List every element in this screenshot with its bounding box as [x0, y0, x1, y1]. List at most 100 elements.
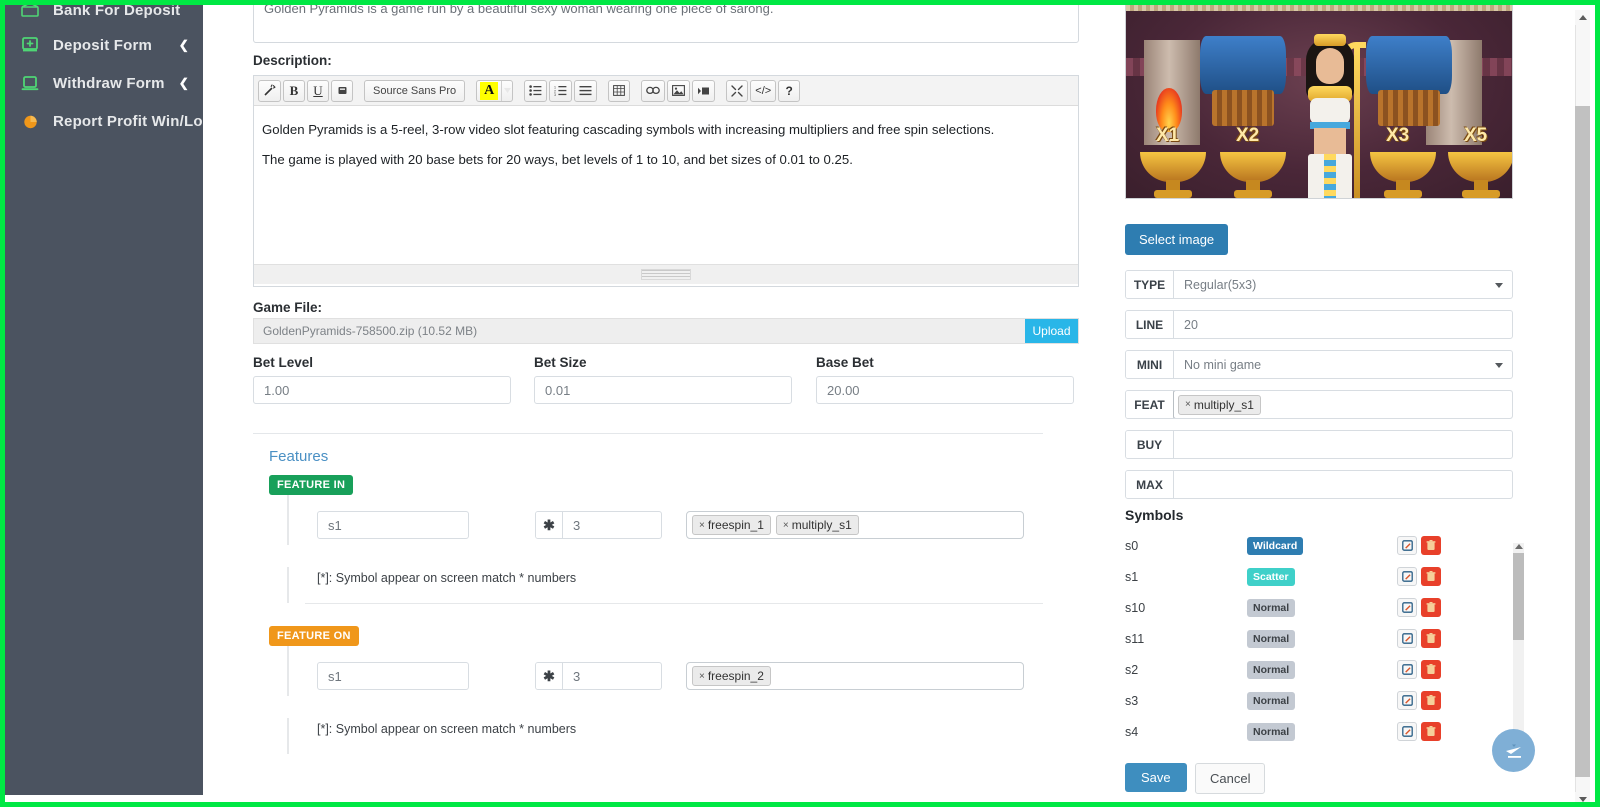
sidebar-item-withdraw-form[interactable]: Withdraw Form ❮ [5, 64, 203, 102]
type-select[interactable]: Regular(5x3) [1174, 271, 1512, 298]
property-key: MAX [1126, 471, 1174, 498]
tag-chip[interactable]: × freespin_1 [692, 515, 771, 535]
cleopatra-figure [1290, 28, 1368, 198]
tag-chip[interactable]: × multiply_s1 [775, 515, 859, 535]
help-icon[interactable]: ? [778, 79, 801, 102]
tag-remove-icon[interactable]: × [699, 520, 705, 531]
bulleted-list-icon[interactable] [524, 79, 548, 102]
table-row: s3 Normal [1125, 685, 1515, 716]
text-color-picker[interactable]: A [476, 79, 514, 102]
bold-icon[interactable]: B [283, 79, 305, 102]
line-input[interactable]: 20 [1174, 311, 1512, 338]
source-code-icon[interactable]: </> [750, 79, 777, 102]
delete-icon[interactable] [1421, 629, 1441, 648]
scroll-up-arrow-icon[interactable] [1575, 10, 1590, 25]
table-icon[interactable] [608, 79, 631, 102]
save-button[interactable]: Save [1125, 763, 1187, 792]
align-icon[interactable] [574, 79, 598, 102]
feature-in-badge[interactable]: FEATURE IN [269, 475, 354, 495]
feature-in-count-input[interactable]: 3 [563, 512, 661, 538]
short-description-textarea[interactable]: Golden Pyramids is a game run by a beaut… [253, 5, 1079, 43]
remove-format-icon[interactable] [331, 79, 353, 102]
delete-icon[interactable] [1421, 722, 1441, 741]
base-bet-field: Base Bet 20.00 [816, 355, 1074, 404]
delete-icon[interactable] [1421, 567, 1441, 586]
edit-icon[interactable] [1397, 629, 1417, 648]
feature-on-count-group: ✱ 3 [535, 662, 662, 690]
image-icon[interactable] [667, 79, 691, 102]
delete-icon[interactable] [1421, 660, 1441, 679]
feat-tags-input[interactable]: × multiply_s1 [1173, 391, 1512, 418]
symbols-scrollbar-thumb[interactable] [1513, 553, 1524, 640]
feature-on-body: s1 ✱ 3 × freespin_2 [287, 646, 1043, 696]
sidebar-item-label: Report Profit Win/Lose [53, 112, 220, 130]
edit-icon[interactable] [1397, 536, 1417, 555]
upload-button[interactable]: Upload [1025, 319, 1078, 343]
editor-content-area[interactable]: Golden Pyramids is a 5-reel, 3-row video… [254, 106, 1078, 264]
delete-icon[interactable] [1421, 598, 1441, 617]
tag-chip[interactable]: × multiply_s1 [1178, 394, 1261, 415]
edit-icon[interactable] [1397, 660, 1417, 679]
feature-in-count-group: ✱ 3 [535, 511, 662, 539]
features-panel: Features FEATURE IN s1 ✱ 3 × freespin_1 … [253, 433, 1043, 754]
rich-text-editor: B U Source Sans Pro A 1 2 3 </> ? Golden… [253, 75, 1079, 287]
maximize-icon[interactable] [726, 79, 749, 102]
asterisk-icon: ✱ [536, 663, 563, 689]
bet-level-input[interactable]: 1.00 [253, 376, 511, 404]
scroll-down-arrow-icon[interactable] [1575, 792, 1590, 802]
tag-remove-icon[interactable]: × [699, 671, 705, 682]
feature-block-on: FEATURE ON s1 ✱ 3 × freespin_2 [*]: Symb… [253, 626, 1043, 754]
right-panel: X1 X2 X3 X5 Select image TYPE Regular(5x… [1117, 5, 1517, 802]
chevron-left-icon: ❮ [178, 38, 189, 52]
scroll-up-arrow-icon[interactable] [1515, 544, 1523, 549]
delete-icon[interactable] [1421, 536, 1441, 555]
bet-size-field: Bet Size 0.01 [534, 355, 792, 404]
select-image-button[interactable]: Select image [1125, 224, 1229, 255]
edit-icon[interactable] [1397, 567, 1417, 586]
font-family-dropdown[interactable]: Source Sans Pro [364, 79, 466, 102]
link-icon[interactable] [641, 79, 666, 102]
tag-chip[interactable]: × freespin_2 [692, 666, 771, 686]
bet-size-input[interactable]: 0.01 [534, 376, 792, 404]
status-badge: Normal [1247, 630, 1296, 648]
property-row-line: LINE 20 [1125, 310, 1513, 339]
mini-select[interactable]: No mini game [1174, 351, 1512, 378]
page-scrollbar-thumb[interactable] [1575, 106, 1590, 777]
max-input[interactable] [1174, 471, 1512, 498]
underline-icon[interactable]: U [307, 79, 329, 102]
delete-icon[interactable] [1421, 691, 1441, 710]
edit-icon[interactable] [1397, 722, 1417, 741]
cancel-button[interactable]: Cancel [1195, 763, 1266, 794]
feature-on-tags[interactable]: × freespin_2 [686, 662, 1024, 690]
tag-remove-icon[interactable]: × [783, 520, 789, 531]
buy-input[interactable] [1174, 431, 1512, 458]
chevron-down-icon[interactable] [501, 80, 512, 101]
send-icon [1505, 744, 1521, 758]
edit-icon[interactable] [1397, 598, 1417, 617]
property-key: MINI [1126, 351, 1174, 378]
editor-resize-grip[interactable] [641, 269, 691, 280]
scroll-to-top-fab[interactable] [1492, 729, 1535, 772]
feature-in-symbol-input[interactable]: s1 [317, 511, 469, 539]
symbol-name: s3 [1125, 693, 1139, 708]
feature-on-badge[interactable]: FEATURE ON [269, 626, 359, 646]
bank-icon [19, 5, 41, 20]
table-row: s1 Scatter [1125, 561, 1515, 592]
edit-icon[interactable] [1397, 691, 1417, 710]
tag-remove-icon[interactable]: × [1185, 399, 1191, 410]
sidebar-item-report-profit-win-lose[interactable]: Report Profit Win/Lose [5, 102, 220, 140]
tag-label: multiply_s1 [1193, 397, 1254, 412]
feature-on-count-input[interactable]: 3 [563, 663, 661, 689]
media-icon[interactable] [692, 79, 716, 102]
symbols-list: s0 Wildcard s1 Scatter s10 Normal s11 No… [1125, 530, 1515, 756]
sidebar-item-deposit-form[interactable]: Deposit Form ❮ [5, 26, 203, 64]
numbered-list-icon[interactable]: 123 [549, 79, 573, 102]
property-row-feat: FEAT × multiply_s1 [1125, 390, 1513, 419]
feature-on-symbol-input[interactable]: s1 [317, 662, 469, 690]
game-thumbnail-image: X1 X2 X3 X5 [1125, 5, 1513, 199]
base-bet-input[interactable]: 20.00 [816, 376, 1074, 404]
magic-wand-icon[interactable] [258, 79, 281, 102]
asterisk-icon: ✱ [536, 512, 563, 538]
svg-text:3: 3 [554, 93, 556, 96]
feature-in-tags[interactable]: × freespin_1 × multiply_s1 [686, 511, 1024, 539]
